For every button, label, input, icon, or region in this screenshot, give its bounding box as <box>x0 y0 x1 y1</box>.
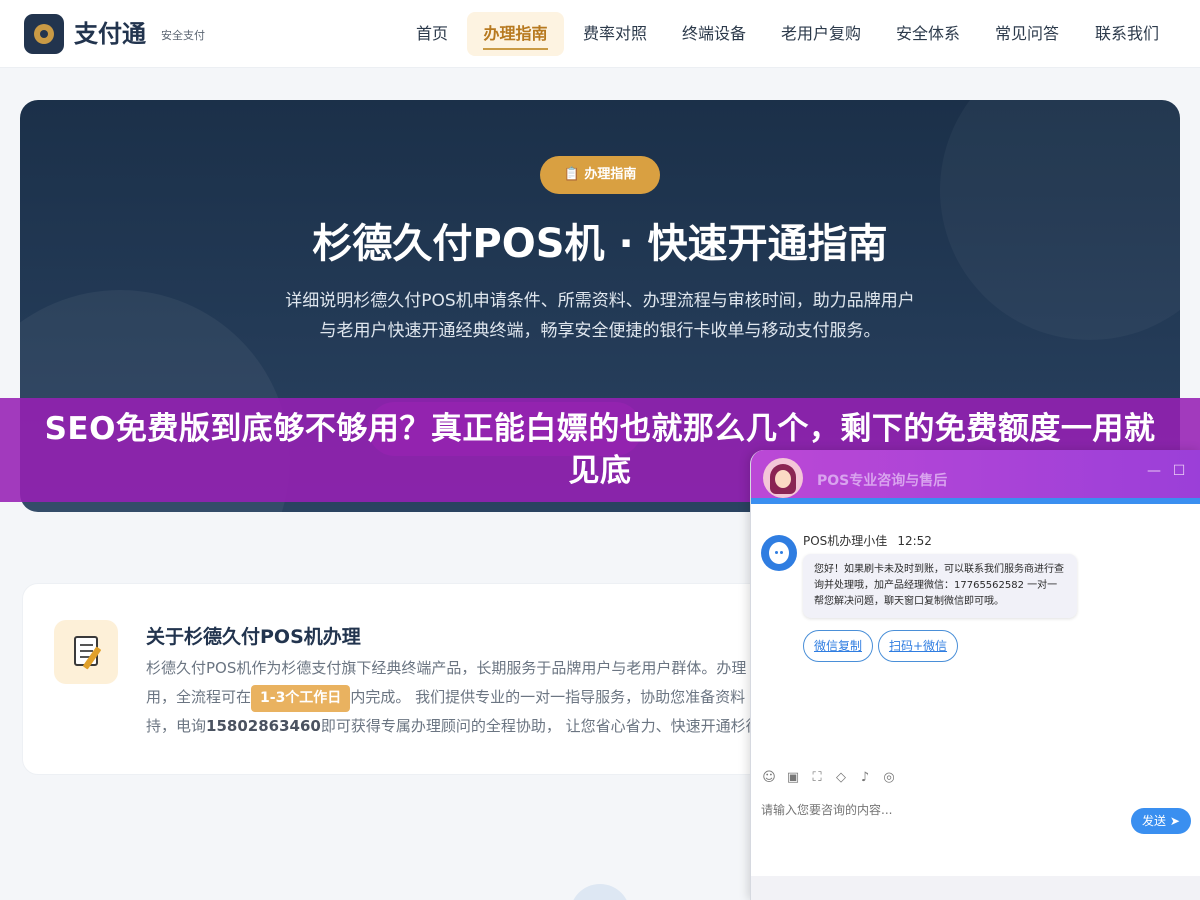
message-time: 12:52 <box>897 534 932 548</box>
bot-avatar <box>761 535 797 571</box>
minimize-icon[interactable]: — <box>1146 463 1162 479</box>
message-sender: POS机办理小佳 12:52 <box>803 532 932 549</box>
about-line-3-post: 即可获得专属办理顾问的全程协助， 让您省心省力、快速开通杉德 <box>320 717 756 735</box>
nav-home[interactable]: 首页 <box>404 12 460 56</box>
about-line-3-pre: 持，电询 <box>146 717 207 735</box>
about-line-2-pre: 用，全流程可在 <box>146 688 252 706</box>
about-line-1: 杉德久付POS机作为杉德支付旗下经典终端产品，长期服务于品牌用户与老用户群体。办… <box>146 659 747 677</box>
hero-description: 详细说明杉德久付POS机申请条件、所需资料、办理流程与审核时间，助力品牌用户与老… <box>285 291 915 341</box>
nav-guide[interactable]: 办理指南 <box>467 12 564 56</box>
phone-number[interactable]: 15802863460 <box>206 717 321 735</box>
bot-face <box>769 542 789 564</box>
image-icon[interactable]: ▣ <box>785 770 801 786</box>
bot-eye <box>780 551 783 554</box>
wechat-icon[interactable]: ◎ <box>881 770 897 786</box>
copy-wechat-label: 微信复制 <box>813 639 862 653</box>
bot-eye <box>775 551 778 554</box>
chat-title: POS专业咨询与售后 <box>817 473 948 489</box>
chat-footer <box>751 876 1200 900</box>
about-body: 杉德久付POS机作为杉德支付旗下经典终端产品，长期服务于品牌用户与老用户群体。办… <box>146 654 756 741</box>
brand-tagline: 安全支付 <box>161 29 205 42</box>
send-button[interactable]: 发送 ➤ <box>1131 808 1191 834</box>
memo-icon <box>54 620 118 684</box>
scan-wechat-label: 扫码+微信 <box>888 639 948 653</box>
maximize-icon[interactable]: ☐ <box>1171 463 1187 479</box>
sender-name: POS机办理小佳 <box>803 534 888 548</box>
chat-widget: POS专业咨询与售后 — ☐ POS机办理小佳 12:52 您好！如果刷卡未及时到… <box>750 450 1200 900</box>
scroll-top-button[interactable] <box>570 884 630 900</box>
screenshot-icon[interactable]: ⛶ <box>809 770 825 786</box>
scan-wechat-button[interactable]: 扫码+微信 <box>878 630 958 662</box>
memo-line <box>80 650 93 652</box>
logo-icon[interactable] <box>24 14 64 54</box>
memo-line <box>80 644 93 646</box>
about-line-3: 持，电询15802863460即可获得专属办理顾问的全程协助， 让您省心省力、快… <box>146 712 756 741</box>
brand-name[interactable]: 支付通 <box>74 19 146 49</box>
nav-terminals[interactable]: 终端设备 <box>675 12 753 56</box>
voice-icon[interactable]: ♪ <box>857 770 873 786</box>
nav-repurchase[interactable]: 老用户复购 <box>774 12 868 56</box>
duration-pill: 1-3个工作日 <box>251 685 351 712</box>
nav-contact[interactable]: 联系我们 <box>1088 12 1166 56</box>
site-header: 支付通 安全支付 首页 办理指南 费率对照 终端设备 老用户复购 安全体系 常见… <box>0 0 1200 68</box>
about-title: 关于杉德久付POS机办理 <box>146 626 361 648</box>
shield-icon[interactable]: ◇ <box>833 770 849 786</box>
avatar-face <box>775 470 791 488</box>
nav-security[interactable]: 安全体系 <box>889 12 967 56</box>
copy-wechat-button[interactable]: 微信复制 <box>803 630 873 662</box>
nav-faq[interactable]: 常见问答 <box>988 12 1066 56</box>
hero-title: 杉德久付POS机 · 快速开通指南 <box>312 221 888 267</box>
agent-avatar <box>763 458 803 498</box>
send-label: 发送 <box>1142 814 1167 828</box>
logo-core <box>40 30 48 38</box>
chat-input[interactable] <box>761 800 1121 820</box>
hero-badge: 📋 办理指南 <box>540 156 660 194</box>
nav-active-underline <box>483 48 548 50</box>
about-line-2: 用，全流程可在 1-3个工作日 内完成。 我们提供专业的一对一指导服务，协助您准备资… <box>146 683 756 712</box>
about-line-2-post: 内完成。 我们提供专业的一对一指导服务，协助您准备资料 <box>350 688 746 706</box>
nav-guide-label: 办理指南 <box>483 24 548 43</box>
nav-rates[interactable]: 费率对照 <box>576 12 654 56</box>
header-stripe <box>751 498 1200 504</box>
message-bubble: 您好！如果刷卡未及时到账，可以联系我们服务商进行查询并处理哦，加产品经理微信：1… <box>803 554 1077 618</box>
chat-header[interactable]: POS专业咨询与售后 — ☐ <box>751 450 1200 504</box>
smile-icon[interactable]: ☺ <box>761 770 777 786</box>
